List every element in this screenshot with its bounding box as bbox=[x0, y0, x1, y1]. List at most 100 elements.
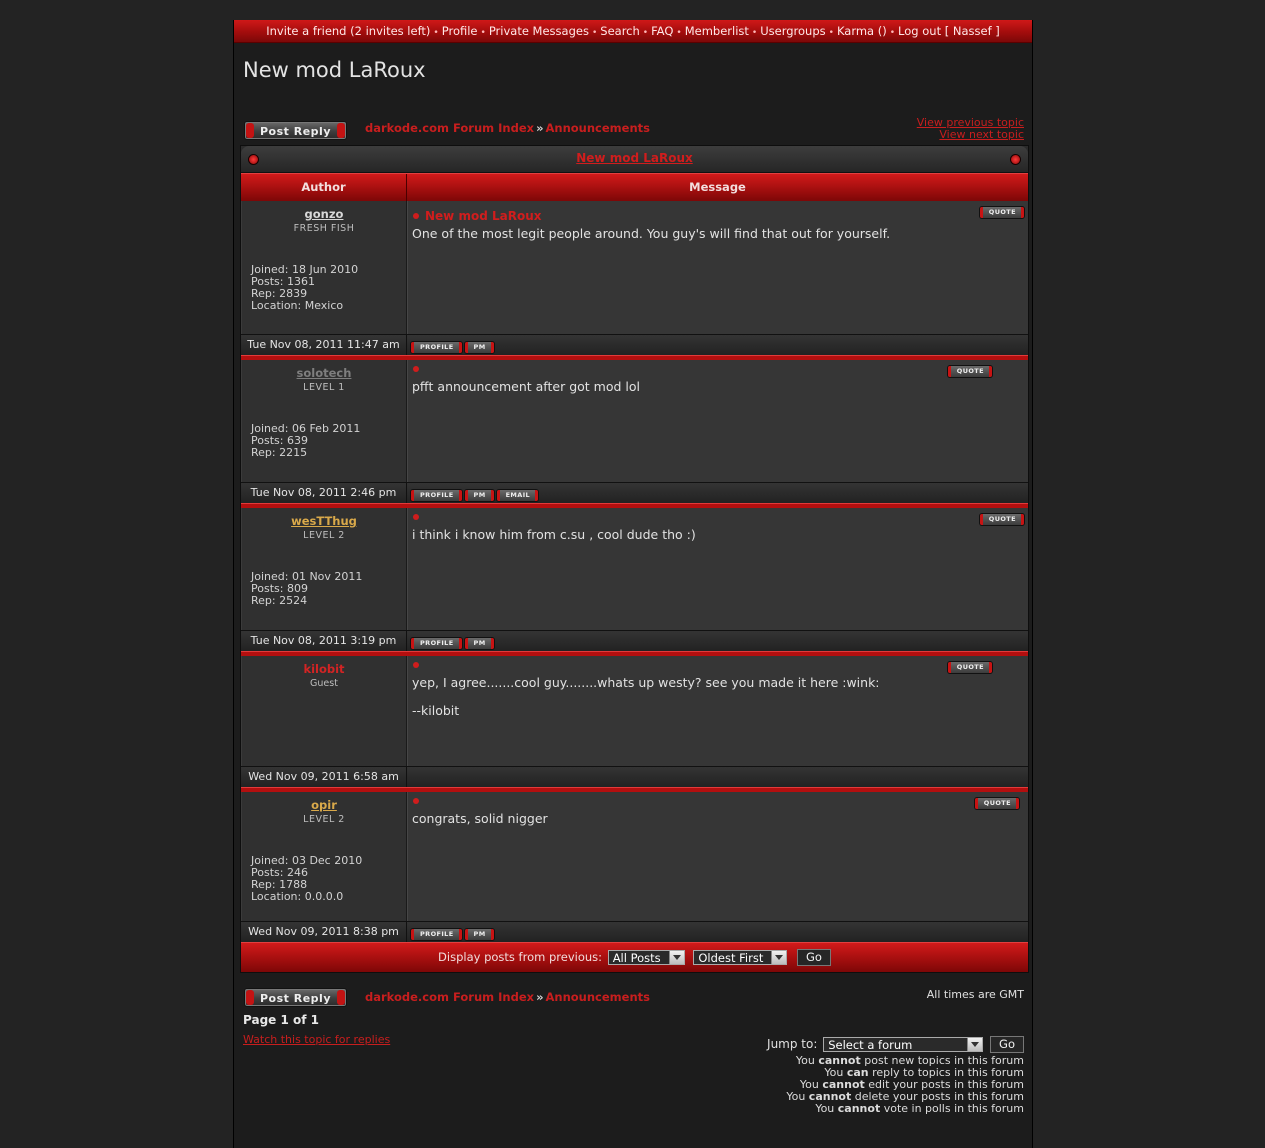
user-rank: LEVEL 2 bbox=[303, 814, 345, 825]
username: kilobit bbox=[303, 662, 345, 676]
breadcrumb-forum-index-link[interactable]: darkode.com Forum Index bbox=[365, 990, 534, 1004]
post-footer: Wed Nov 09, 2011 6:58 am bbox=[241, 766, 1028, 787]
quote-button[interactable]: QUOTE bbox=[979, 207, 1024, 218]
post-message: New mod LaRoux QUOTE One of the most leg… bbox=[407, 201, 1028, 334]
post-westthug: wesTThug LEVEL 2 Joined: 01 Nov 2011 Pos… bbox=[241, 508, 1028, 630]
post-date: Tue Nov 08, 2011 2:46 pm bbox=[241, 483, 407, 503]
post-body: One of the most legit people around. You… bbox=[412, 226, 891, 241]
post-date: Wed Nov 09, 2011 8:38 pm bbox=[241, 922, 407, 942]
post-author: gonzo FRESH FISH Joined: 18 Jun 2010 Pos… bbox=[241, 201, 407, 334]
nav-usergroups-link[interactable]: Usergroups bbox=[760, 24, 825, 38]
topic-title-link[interactable]: New mod LaRoux bbox=[576, 151, 692, 165]
pm-button[interactable]: PM bbox=[464, 490, 494, 501]
order-select[interactable]: Oldest First bbox=[693, 950, 788, 965]
caption-dot-right-icon bbox=[1010, 154, 1021, 165]
post-date: Tue Nov 08, 2011 11:47 am bbox=[241, 335, 407, 355]
post-reply-button[interactable]: Post Reply bbox=[244, 121, 347, 140]
nav-search-link[interactable]: Search bbox=[600, 24, 640, 38]
post-author: kilobit Guest bbox=[241, 656, 407, 766]
user-rank: FRESH FISH bbox=[293, 223, 355, 234]
username-link[interactable]: wesTThug bbox=[242, 514, 406, 528]
jump-to-label: Jump to: bbox=[767, 1037, 818, 1051]
nav-logout-link[interactable]: Log out [ Nassef ] bbox=[898, 24, 1000, 38]
page-container: Invite a friend (2 invites left) • Profile… bbox=[233, 20, 1033, 1148]
username-link[interactable]: solotech bbox=[242, 366, 406, 380]
topic-navigation: View previous topic View next topic bbox=[917, 117, 1024, 141]
pm-button[interactable]: PM bbox=[464, 929, 494, 940]
permission-line: You cannot vote in polls in this forum bbox=[815, 1102, 1024, 1115]
user-stats: Joined: 06 Feb 2011 Posts: 639 Rep: 2215 bbox=[251, 422, 361, 459]
nav-faq-link[interactable]: FAQ bbox=[651, 24, 673, 38]
breadcrumb-announcements-link[interactable]: Announcements bbox=[546, 990, 650, 1004]
post-opir: opir LEVEL 2 Joined: 03 Dec 2010 Posts: … bbox=[241, 792, 1028, 921]
post-footer: Tue Nov 08, 2011 2:46 pm PROFILE PM EMAIL bbox=[241, 482, 1028, 503]
period-select[interactable]: All Posts bbox=[607, 950, 685, 965]
timezone-note: All times are GMT bbox=[926, 988, 1024, 1001]
jump-forum-select[interactable]: Select a forum bbox=[823, 1037, 984, 1052]
caption-dot-left-icon bbox=[248, 154, 259, 165]
post-footer: Tue Nov 08, 2011 3:19 pm PROFILE PM bbox=[241, 630, 1028, 651]
column-author: Author bbox=[241, 174, 407, 201]
chevron-down-icon bbox=[967, 1038, 983, 1051]
user-rank: LEVEL 2 bbox=[303, 530, 345, 541]
display-posts-label: Display posts from previous: bbox=[438, 950, 603, 964]
table-caption: New mod LaRoux bbox=[241, 146, 1028, 173]
nav-karma-link[interactable]: Karma () bbox=[837, 24, 887, 38]
post-message: QUOTE pfft announcement after got mod lo… bbox=[407, 360, 1028, 482]
username-link[interactable]: gonzo bbox=[242, 207, 406, 221]
quote-button[interactable]: QUOTE bbox=[947, 662, 992, 673]
pm-button[interactable]: PM bbox=[464, 342, 494, 353]
top-navigation: Invite a friend (2 invites left) • Profile… bbox=[234, 20, 1032, 43]
jump-go-button[interactable]: Go bbox=[990, 1036, 1024, 1053]
breadcrumb-forum-index-link[interactable]: darkode.com Forum Index bbox=[365, 121, 534, 135]
breadcrumb-announcements-link[interactable]: Announcements bbox=[546, 121, 650, 135]
quote-button[interactable]: QUOTE bbox=[947, 366, 992, 377]
profile-button[interactable]: PROFILE bbox=[411, 342, 462, 353]
quote-button[interactable]: QUOTE bbox=[974, 798, 1019, 809]
post-title: New mod LaRoux bbox=[412, 209, 541, 223]
display-options-bar: Display posts from previous: All Posts O… bbox=[241, 942, 1028, 972]
nav-invite-link[interactable]: Invite a friend (2 invites left) bbox=[266, 24, 430, 38]
post-date: Wed Nov 09, 2011 6:58 am bbox=[241, 767, 407, 787]
page-title: New mod LaRoux bbox=[243, 58, 426, 82]
user-rank: Guest bbox=[310, 678, 338, 689]
post-message: QUOTE yep, I agree.......cool guy.......… bbox=[407, 656, 1028, 766]
user-rank: LEVEL 1 bbox=[303, 382, 345, 393]
posts-table: New mod LaRoux Author Message gonzo FRES… bbox=[240, 145, 1029, 973]
post-footer: Tue Nov 08, 2011 11:47 am PROFILE PM bbox=[241, 334, 1028, 355]
post-message: QUOTE congrats, solid nigger bbox=[407, 792, 1028, 921]
post-author: solotech LEVEL 1 Joined: 06 Feb 2011 Pos… bbox=[241, 360, 407, 482]
breadcrumb: darkode.com Forum Index» Announcements bbox=[365, 121, 650, 135]
pm-button[interactable]: PM bbox=[464, 638, 494, 649]
username-link[interactable]: opir bbox=[242, 798, 406, 812]
post-body: yep, I agree.......cool guy........whats… bbox=[412, 675, 880, 690]
user-stats: Joined: 03 Dec 2010 Posts: 246 Rep: 1788… bbox=[251, 854, 363, 903]
post-body: i think i know him from c.su , cool dude… bbox=[412, 527, 696, 542]
post-author: wesTThug LEVEL 2 Joined: 01 Nov 2011 Pos… bbox=[241, 508, 407, 630]
user-stats: Joined: 01 Nov 2011 Posts: 809 Rep: 2524 bbox=[251, 570, 363, 607]
post-footer: Wed Nov 09, 2011 8:38 pm PROFILE PM bbox=[241, 921, 1028, 942]
profile-button[interactable]: PROFILE bbox=[411, 638, 462, 649]
breadcrumb-bottom: darkode.com Forum Index» Announcements bbox=[365, 990, 650, 1004]
display-go-button[interactable]: Go bbox=[797, 949, 831, 966]
email-button[interactable]: EMAIL bbox=[496, 490, 539, 501]
profile-button[interactable]: PROFILE bbox=[411, 929, 462, 940]
post-kilobit: kilobit Guest QUOTE yep, I agree.......c… bbox=[241, 656, 1028, 766]
jump-to-form: Jump to: Select a forum Go bbox=[767, 1036, 1024, 1053]
page-info: Page 1 of 1 bbox=[243, 1013, 319, 1027]
watch-topic-link[interactable]: Watch this topic for replies bbox=[243, 1033, 390, 1046]
nav-memberlist-link[interactable]: Memberlist bbox=[685, 24, 749, 38]
post-title bbox=[412, 658, 425, 672]
profile-button[interactable]: PROFILE bbox=[411, 490, 462, 501]
chevron-down-icon bbox=[771, 951, 787, 964]
post-message: QUOTE i think i know him from c.su , coo… bbox=[407, 508, 1028, 630]
post-reply-button-bottom[interactable]: Post Reply bbox=[244, 988, 347, 1007]
post-title bbox=[412, 794, 425, 808]
post-gonzo: gonzo FRESH FISH Joined: 18 Jun 2010 Pos… bbox=[241, 201, 1028, 334]
post-author: opir LEVEL 2 Joined: 03 Dec 2010 Posts: … bbox=[241, 792, 407, 921]
nav-private-messages-link[interactable]: Private Messages bbox=[489, 24, 589, 38]
nav-profile-link[interactable]: Profile bbox=[442, 24, 478, 38]
column-message: Message bbox=[689, 180, 746, 194]
quote-button[interactable]: QUOTE bbox=[979, 514, 1024, 525]
view-next-topic-link[interactable]: View next topic bbox=[917, 129, 1024, 141]
